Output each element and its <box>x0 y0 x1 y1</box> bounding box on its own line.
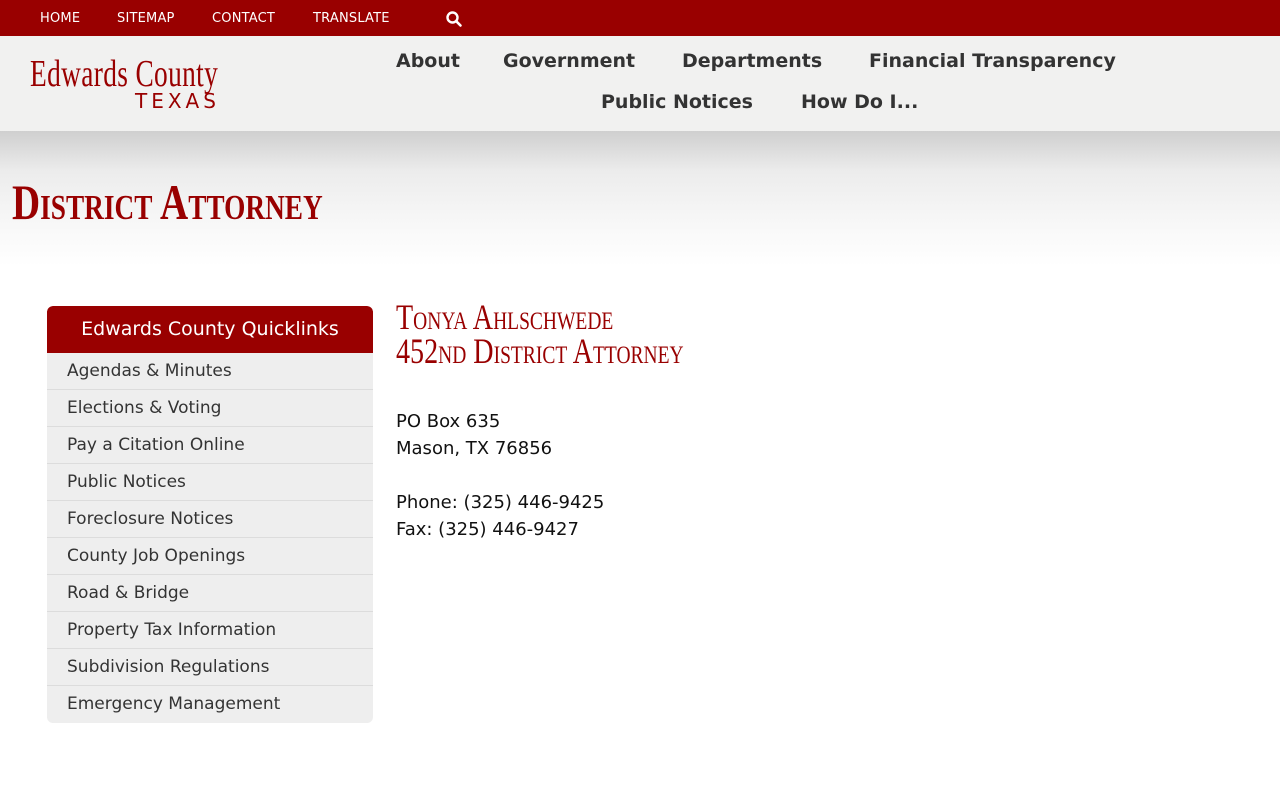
nav-about[interactable]: About <box>396 50 460 72</box>
quicklink-agendas-minutes[interactable]: Agendas & Minutes <box>47 353 373 390</box>
quicklink-emergency-management[interactable]: Emergency Management <box>47 686 373 723</box>
utility-bar: HOME SITEMAP CONTACT TRANSLATE <box>0 0 1280 36</box>
phone-number: Phone: (325) 446-9425 <box>396 492 605 513</box>
nav-how-do-i[interactable]: How Do I... <box>801 91 918 113</box>
quicklink-public-notices[interactable]: Public Notices <box>47 464 373 501</box>
home-link[interactable]: HOME <box>40 11 80 26</box>
contact-link[interactable]: CONTACT <box>212 11 275 26</box>
nav-departments[interactable]: Departments <box>682 50 822 72</box>
quicklink-property-tax[interactable]: Property Tax Information <box>47 612 373 649</box>
role-number: 452 <box>396 331 439 371</box>
site-header: Edwards County TEXAS About Government De… <box>0 36 1280 131</box>
address-line-1: PO Box 635 <box>396 411 501 432</box>
quicklinks-panel: Edwards County Quicklinks Agendas & Minu… <box>47 306 373 723</box>
sitemap-link[interactable]: SITEMAP <box>117 11 175 26</box>
role-title: District Attorney <box>466 331 684 371</box>
quicklink-subdivision-regulations[interactable]: Subdivision Regulations <box>47 649 373 686</box>
page-hero: District Attorney <box>0 131 1280 266</box>
quicklink-elections-voting[interactable]: Elections & Voting <box>47 390 373 427</box>
quicklink-pay-citation[interactable]: Pay a Citation Online <box>47 427 373 464</box>
address-line-2: Mason, TX 76856 <box>396 438 553 459</box>
quicklinks-heading: Edwards County Quicklinks <box>47 306 373 353</box>
county-logo[interactable]: Edwards County TEXAS <box>30 54 260 116</box>
page-title: District Attorney <box>12 174 323 230</box>
logo-county-name: Edwards County <box>30 53 219 95</box>
attorney-info: Tonya Ahlschwede 452nd District Attorney… <box>396 297 996 543</box>
attorney-role: 452nd District Attorney <box>396 331 864 371</box>
quicklink-job-openings[interactable]: County Job Openings <box>47 538 373 575</box>
attorney-name: Tonya Ahlschwede <box>396 297 614 337</box>
nav-government[interactable]: Government <box>503 50 635 72</box>
quicklink-road-bridge[interactable]: Road & Bridge <box>47 575 373 612</box>
role-ordinal: nd <box>438 331 467 371</box>
search-icon[interactable] <box>445 10 463 28</box>
logo-state-name: TEXAS <box>135 89 220 113</box>
fax-number: Fax: (325) 446-9427 <box>396 519 579 540</box>
nav-public-notices[interactable]: Public Notices <box>601 91 753 113</box>
translate-link[interactable]: TRANSLATE <box>313 11 390 26</box>
nav-financial-transparency[interactable]: Financial Transparency <box>869 50 1116 72</box>
quicklink-foreclosure-notices[interactable]: Foreclosure Notices <box>47 501 373 538</box>
